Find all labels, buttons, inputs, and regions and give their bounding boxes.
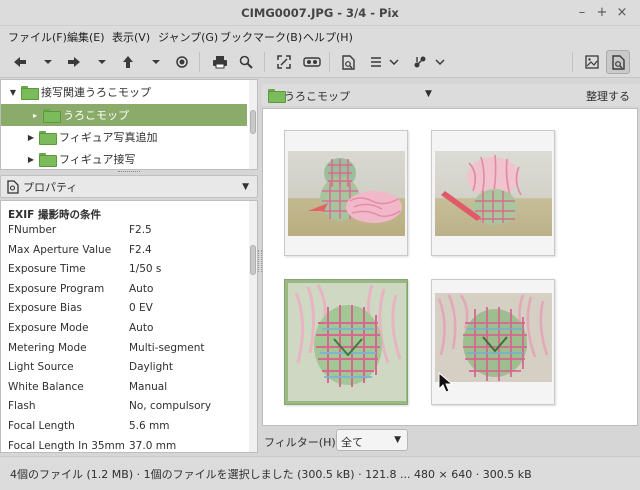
- folder-icon: [39, 153, 57, 167]
- expand-arrow-icon[interactable]: ▶: [25, 133, 37, 142]
- chevron-down-icon[interactable]: ▼: [425, 89, 432, 99]
- property-row: Light Source Daylight: [8, 361, 174, 374]
- scrollbar-thumb[interactable]: [250, 245, 256, 275]
- close-button[interactable]: ×: [613, 4, 631, 22]
- image-view-icon[interactable]: [582, 52, 602, 72]
- menu-view[interactable]: 表示(V): [112, 29, 150, 45]
- up-dropdown-icon[interactable]: [146, 52, 166, 72]
- filter-bar: フィルター(H): 全て ▼: [262, 428, 640, 454]
- tree-item-label: うろこモップ: [63, 109, 129, 122]
- location-bar: うろこモップ ▼ 整理する: [262, 84, 640, 106]
- scrollbar-thumb[interactable]: [250, 110, 256, 134]
- tree-item-label: フィギュア写真追加: [59, 131, 158, 144]
- tree-item[interactable]: ▶ フィギュア接写: [25, 148, 269, 170]
- menu-bar: ファイル(F) 編集(E) 表示(V) ジャンプ(G) ブックマーク(B) ヘル…: [0, 26, 640, 46]
- back-dropdown-icon[interactable]: [38, 52, 58, 72]
- location-folder-name[interactable]: うろこモップ: [284, 88, 350, 104]
- toolbar-separator: [572, 52, 573, 72]
- menu-bookmarks[interactable]: ブックマーク(B): [220, 29, 302, 45]
- folder-icon: [21, 86, 39, 100]
- thumbnail-item[interactable]: [431, 130, 555, 256]
- toolbar: [0, 46, 640, 78]
- properties-title: プロパティ: [23, 180, 78, 194]
- filter-label: フィルター(H):: [264, 436, 340, 449]
- properties-page-icon[interactable]: [338, 52, 358, 72]
- list-menu-icon[interactable]: [366, 52, 386, 72]
- exif-section-title: EXIF 撮影時の条件: [8, 209, 102, 221]
- folder-tree: ▼ 接写関連うろこモップ ▸ うろこモップ ▶ フィギュア写真追加 ▶ フィギュ…: [0, 79, 258, 170]
- thumbnail-item-selected[interactable]: [284, 279, 408, 405]
- property-row: FNumber F2.5: [8, 224, 152, 236]
- toolbar-separator: [199, 52, 200, 72]
- property-row: Focal Length 5.6 mm: [8, 420, 170, 432]
- property-row: Exposure Mode Auto: [8, 322, 154, 334]
- properties-header[interactable]: プロパティ ▼: [0, 175, 258, 198]
- back-arrow-icon[interactable]: [10, 52, 30, 72]
- property-row: Exposure Bias 0 EV: [8, 302, 153, 315]
- mouse-cursor-icon: [438, 372, 454, 393]
- up-arrow-icon[interactable]: [118, 52, 138, 72]
- search-icon[interactable]: [236, 52, 256, 72]
- properties-panel: EXIF 撮影時の条件 FNumber F2.5 Max Aperture Val…: [0, 200, 258, 453]
- toolbar-separator: [329, 52, 330, 72]
- property-row: Focal Length In 35mm F...37.0 mm: [8, 439, 177, 452]
- menu-go[interactable]: ジャンプ(G): [158, 29, 218, 45]
- property-row: Metering Mode Multi-segment: [8, 341, 205, 354]
- folder-icon: [268, 89, 286, 103]
- folder-icon: [39, 131, 57, 145]
- property-row: Max Aperture Value F2.4: [8, 243, 152, 256]
- status-text: 4個のファイル (1.2 MB) · 1個のファイルを選択しました (300.5…: [10, 468, 532, 481]
- tree-item-label: フィギュア接写: [59, 153, 136, 166]
- toolbar-separator: [264, 52, 265, 72]
- property-row: Flash No, compulsory: [8, 400, 212, 413]
- folder-icon: [43, 109, 61, 123]
- thumbnail-image: [435, 293, 552, 382]
- title-bar: CIMG0007.JPG - 3/4 - Pix – + ×: [0, 0, 640, 26]
- filter-value: 全て: [341, 436, 363, 449]
- print-icon[interactable]: [210, 52, 230, 72]
- collapsed-arrow-icon[interactable]: ▸: [29, 111, 41, 120]
- organize-button[interactable]: 整理する: [586, 88, 630, 104]
- window-title: CIMG0007.JPG - 3/4 - Pix: [241, 6, 399, 20]
- menu-edit[interactable]: 編集(E): [67, 29, 105, 45]
- expand-arrow-icon[interactable]: ▶: [25, 155, 37, 164]
- tree-item[interactable]: ▼ 接写関連うろこモップ: [7, 81, 251, 103]
- thumbnail-item[interactable]: [284, 130, 408, 256]
- thumbnail-image: [288, 283, 406, 401]
- stop-icon[interactable]: [172, 52, 192, 72]
- tree-scrollbar[interactable]: [249, 80, 257, 169]
- list-menu-dropdown-icon[interactable]: [384, 52, 404, 72]
- property-row: Exposure Time 1/50 s: [8, 263, 162, 276]
- property-row: Exposure Program Auto: [8, 282, 154, 295]
- tree-item-label: 接写関連うろこモップ: [41, 86, 151, 99]
- forward-dropdown-icon[interactable]: [92, 52, 112, 72]
- forward-arrow-icon[interactable]: [64, 52, 84, 72]
- chevron-down-icon[interactable]: ▼: [242, 182, 249, 192]
- chevron-down-icon: ▼: [394, 435, 401, 445]
- filter-select[interactable]: 全て ▼: [336, 429, 408, 451]
- maximize-button[interactable]: +: [593, 4, 611, 22]
- thumbnail-image: [288, 151, 405, 236]
- menu-file[interactable]: ファイル(F): [8, 29, 67, 45]
- tools-icon[interactable]: [410, 52, 430, 72]
- tools-dropdown-icon[interactable]: [430, 52, 450, 72]
- expand-arrow-icon[interactable]: ▼: [7, 88, 19, 97]
- fullscreen-icon[interactable]: [274, 52, 294, 72]
- property-row: White Balance Manual: [8, 380, 168, 393]
- status-bar: 4個のファイル (1.2 MB) · 1個のファイルを選択しました (300.5…: [0, 456, 640, 490]
- properties-view-icon[interactable]: [606, 50, 630, 74]
- properties-scrollbar[interactable]: [249, 201, 257, 452]
- tree-item[interactable]: ▶ フィギュア写真追加: [25, 126, 269, 148]
- menu-help[interactable]: ヘルプ(H): [303, 29, 353, 45]
- slideshow-icon[interactable]: [302, 52, 322, 72]
- tree-item-selected[interactable]: ▸ うろこモップ: [1, 104, 247, 126]
- minimize-button[interactable]: –: [573, 4, 591, 22]
- properties-icon: [7, 179, 19, 194]
- thumbnail-image: [435, 151, 552, 236]
